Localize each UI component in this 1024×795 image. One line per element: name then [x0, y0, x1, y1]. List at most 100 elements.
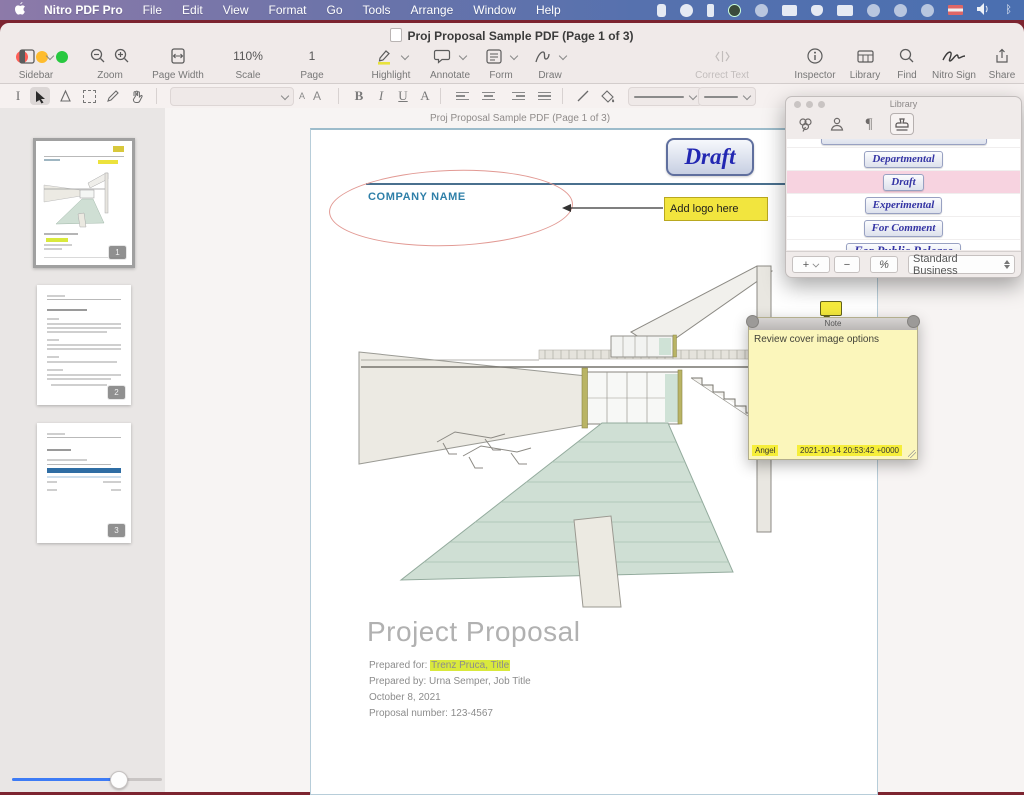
note-marker-icon[interactable] — [820, 301, 842, 316]
find-button[interactable]: Find — [890, 43, 924, 81]
inspector-button[interactable]: Inspector — [790, 43, 840, 81]
highlight-annotation[interactable]: Trenz Pruca, Title — [430, 660, 510, 671]
menu-item-view[interactable]: View — [213, 3, 259, 17]
menu-item-tools[interactable]: Tools — [353, 3, 401, 17]
menu-item-go[interactable]: Go — [317, 3, 353, 17]
ellipse-annotation[interactable] — [328, 166, 575, 250]
arrow-annotation[interactable] — [561, 200, 665, 216]
contacts-library-tab[interactable] — [826, 114, 848, 134]
annotate-toolbar-group[interactable]: Annotate — [422, 43, 478, 81]
status-icon-settings[interactable] — [755, 4, 768, 17]
status-icon-timer[interactable] — [867, 4, 880, 17]
hand-icon — [131, 90, 143, 103]
zoom-out-button[interactable] — [90, 48, 106, 64]
highlight-toolbar-group[interactable]: Highlight — [362, 43, 420, 81]
note-options-button[interactable] — [907, 315, 920, 328]
page-thumbnail-3[interactable]: 3 — [37, 423, 131, 543]
apple-menu-icon[interactable] — [0, 2, 34, 19]
menu-item-file[interactable]: File — [133, 3, 172, 17]
stamp-collection-select[interactable]: Standard Business — [908, 255, 1015, 274]
status-icon-meeting[interactable] — [921, 4, 934, 17]
status-icon-bt[interactable]: ᛒ — [1005, 4, 1012, 16]
slider-knob[interactable] — [110, 771, 128, 789]
share-button[interactable]: Share — [984, 43, 1020, 81]
menu-item-window[interactable]: Window — [463, 3, 526, 17]
stamp-row-for-comment[interactable]: For Comment — [787, 217, 1020, 240]
align-justify-button[interactable] — [534, 87, 554, 105]
draft-stamp-annotation[interactable]: Draft — [666, 138, 754, 176]
menu-item-app[interactable]: Nitro PDF Pro — [34, 3, 133, 17]
document-proxy-icon[interactable] — [390, 28, 402, 42]
stamp-row-experimental[interactable]: Experimental — [787, 194, 1020, 217]
page-thumbnail-2[interactable]: 2 — [37, 285, 131, 405]
window-toolbar[interactable]: Proj Proposal Sample PDF (Page 1 of 3) S… — [0, 23, 1024, 84]
shape-tool-button[interactable] — [56, 87, 74, 105]
status-icon-clock[interactable] — [894, 4, 907, 17]
status-icon-clock-widget[interactable] — [680, 4, 693, 17]
library-window[interactable]: Library ¶ Departmental Draft Experimenta… — [785, 96, 1022, 278]
note-resize-handle[interactable] — [908, 450, 916, 458]
library-button[interactable]: Library — [844, 43, 886, 81]
align-center-button[interactable] — [478, 87, 498, 105]
note-popup[interactable]: Note Review cover image options Angel 20… — [748, 317, 918, 460]
font-size-decrease-button[interactable]: A — [296, 87, 308, 105]
note-text[interactable]: Review cover image options — [754, 334, 912, 345]
fill-color-button[interactable] — [598, 87, 618, 105]
sidebar-toolbar-group[interactable]: Sidebar — [10, 43, 62, 81]
nitro-sign-button[interactable]: Nitro Sign — [928, 43, 980, 81]
edit-tool-button[interactable] — [104, 87, 122, 105]
status-icon-input-flag[interactable] — [948, 5, 963, 15]
stamp-row-for-public-release[interactable]: For Public Release — [787, 240, 1020, 250]
page-width-button[interactable]: Page Width — [150, 43, 206, 81]
remove-stamp-button[interactable]: − — [834, 256, 860, 273]
status-icon-notes[interactable] — [782, 5, 797, 16]
draw-toolbar-group[interactable]: Draw — [528, 43, 572, 81]
stroke-style-select[interactable] — [628, 87, 702, 106]
menu-item-format[interactable]: Format — [259, 3, 317, 17]
line-tool-button[interactable] — [574, 87, 592, 105]
menu-item-arrange[interactable]: Arrange — [401, 3, 464, 17]
font-family-select[interactable] — [170, 87, 294, 106]
align-left-button[interactable] — [452, 87, 472, 105]
thumbnail-size-slider[interactable] — [12, 771, 162, 787]
bold-button[interactable]: B — [350, 87, 368, 105]
status-icon-app1[interactable] — [728, 4, 741, 17]
zoom-in-button[interactable] — [114, 48, 130, 64]
shapes-library-tab[interactable] — [794, 114, 816, 134]
add-stamp-button[interactable]: + — [792, 256, 830, 273]
menu-item-edit[interactable]: Edit — [172, 3, 213, 17]
stamp-row-departmental[interactable]: Departmental — [787, 148, 1020, 171]
stamps-library-tab[interactable] — [890, 113, 914, 135]
page-number-control[interactable]: 1 Page — [284, 43, 340, 81]
underline-button[interactable]: U — [394, 87, 412, 105]
align-right-button[interactable] — [508, 87, 528, 105]
chevron-down-icon — [46, 53, 53, 60]
font-size-increase-button[interactable]: A — [310, 87, 324, 105]
stamp-row-draft[interactable]: Draft — [787, 171, 1020, 194]
stamp-options-button[interactable]: % — [870, 256, 898, 273]
status-icon-display[interactable] — [837, 5, 853, 16]
scale-control[interactable]: 110% Scale — [220, 43, 276, 81]
stamp-row-partial[interactable] — [787, 139, 1020, 148]
text-color-button[interactable]: A — [416, 87, 434, 105]
note-close-button[interactable] — [746, 315, 759, 328]
stroke-width-select[interactable] — [698, 87, 756, 106]
italic-button[interactable]: I — [372, 87, 390, 105]
page-thumbnail-1[interactable]: 1 — [33, 138, 135, 268]
note-title[interactable]: Note — [749, 318, 917, 330]
status-icon-shield[interactable] — [811, 5, 823, 16]
logo-note-annotation[interactable]: Add logo here — [664, 197, 768, 221]
text-tool-button[interactable]: I — [10, 87, 26, 105]
status-icon-battery[interactable] — [657, 4, 666, 17]
thumb1-logo — [113, 146, 124, 152]
form-toolbar-group[interactable]: Form — [478, 43, 524, 81]
hand-tool-button[interactable] — [128, 87, 146, 105]
marquee-tool-button[interactable] — [80, 87, 98, 105]
text-library-tab[interactable]: ¶ — [858, 114, 880, 134]
menu-item-help[interactable]: Help — [526, 3, 571, 17]
sidebar-icon — [19, 49, 38, 64]
thumb1-sketch — [42, 169, 126, 227]
status-icon-bluetooth[interactable] — [707, 4, 714, 17]
status-icon-volume[interactable] — [977, 3, 991, 18]
select-tool-button[interactable] — [30, 87, 50, 105]
